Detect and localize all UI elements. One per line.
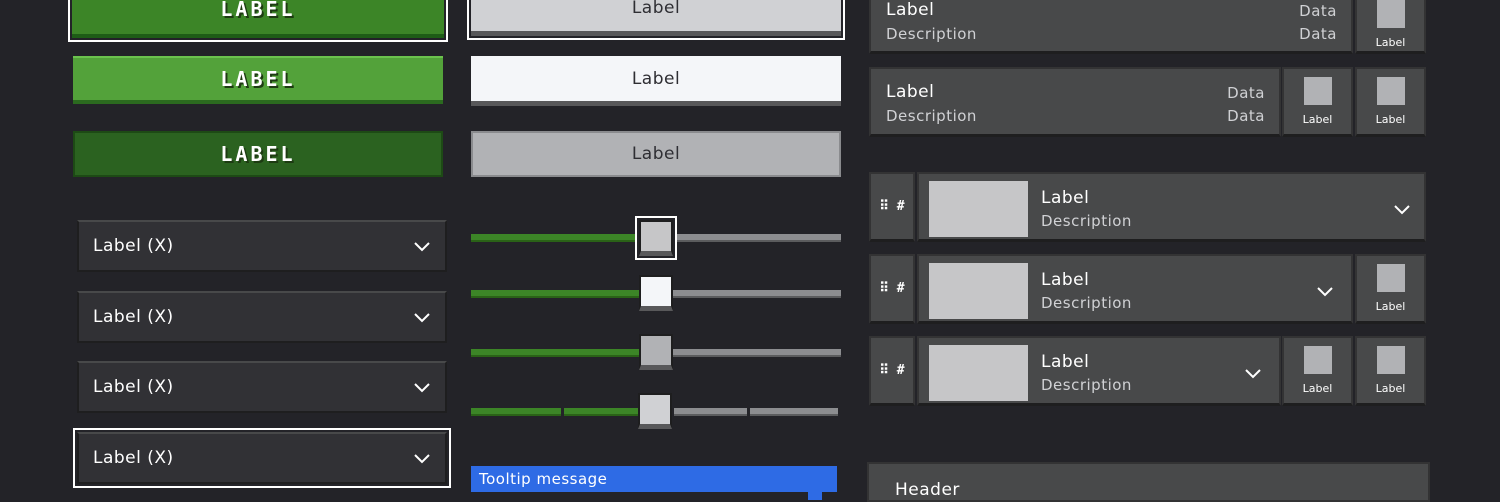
- thumbnail-image: [929, 263, 1028, 319]
- row-data: Data: [1299, 25, 1337, 43]
- slider-focus-ring: [635, 216, 677, 260]
- list-row[interactable]: Label Description Data Data: [869, 67, 1281, 137]
- primary-button-hover[interactable]: LABEL: [68, 0, 448, 42]
- dropdown-label: Label (X): [93, 377, 174, 397]
- dropdown-label: Label (X): [93, 307, 174, 327]
- list-row[interactable]: Label Description Data Data: [869, 0, 1353, 54]
- slider-track-step-4: [750, 408, 838, 416]
- icon-label: Label: [1302, 382, 1333, 395]
- drag-handle[interactable]: ⠿ #: [869, 254, 915, 324]
- dropdown-label: Label (X): [93, 448, 174, 468]
- thumbnail-image: [929, 345, 1028, 401]
- row-description: Description: [886, 25, 977, 43]
- slider-thumb[interactable]: [639, 220, 673, 256]
- slider-track-step-3: [674, 408, 747, 416]
- slider-3[interactable]: [471, 334, 841, 370]
- placeholder-icon: [1303, 346, 1332, 374]
- slider-4-stepped[interactable]: [471, 393, 841, 429]
- placeholder-icon: [1376, 264, 1405, 292]
- primary-button-label: LABEL: [220, 0, 296, 21]
- dropdown-1[interactable]: Label (X): [77, 220, 447, 272]
- primary-button[interactable]: LABEL: [73, 56, 443, 104]
- panel-header-title: Header: [895, 480, 960, 500]
- row-data: Data: [1299, 2, 1337, 20]
- row-description: Description: [886, 107, 977, 125]
- chevron-down-icon[interactable]: [1244, 364, 1262, 382]
- slider-track-step-1: [471, 408, 561, 416]
- row-icon-button[interactable]: Label: [1355, 0, 1426, 54]
- icon-label: Label: [1375, 300, 1406, 313]
- tooltip: Tooltip message: [471, 466, 837, 492]
- row-description: Description: [1041, 294, 1132, 312]
- drag-handle-icon: ⠿ #: [879, 363, 905, 378]
- row-icon-button[interactable]: Label: [1355, 336, 1426, 406]
- row-title: Label: [1041, 188, 1090, 208]
- dropdown-4-focused[interactable]: Label (X): [73, 428, 451, 488]
- slider-track-step-2: [564, 408, 638, 416]
- tooltip-arrow: [808, 490, 822, 500]
- placeholder-icon: [1376, 77, 1405, 105]
- slider-track-filled: [471, 234, 637, 242]
- chevron-down-icon: [414, 313, 430, 323]
- row-icon-button[interactable]: Label: [1282, 67, 1353, 137]
- row-description: Description: [1041, 376, 1132, 394]
- panel-header: Header: [867, 462, 1430, 502]
- drag-handle[interactable]: ⠿ #: [869, 336, 915, 406]
- chevron-down-icon[interactable]: [1393, 200, 1411, 218]
- slider-2[interactable]: [471, 275, 841, 311]
- media-row[interactable]: Label Description: [917, 172, 1426, 242]
- row-data: Data: [1227, 84, 1265, 102]
- drag-handle-icon: ⠿ #: [879, 281, 905, 296]
- slider-track-empty: [673, 349, 841, 357]
- drag-handle-icon: ⠿ #: [879, 199, 905, 214]
- icon-label: Label: [1302, 113, 1333, 126]
- row-title: Label: [886, 0, 935, 20]
- row-data: Data: [1227, 107, 1265, 125]
- row-description: Description: [1041, 212, 1132, 230]
- icon-label: Label: [1375, 113, 1406, 126]
- secondary-button-label: Label: [631, 0, 681, 18]
- secondary-button-label: Label: [631, 144, 681, 164]
- chevron-down-icon: [414, 383, 430, 393]
- slider-track-empty: [675, 234, 841, 242]
- placeholder-icon: [1376, 0, 1405, 28]
- dropdown-label: Label (X): [93, 236, 174, 256]
- secondary-button-hover[interactable]: Label: [467, 0, 845, 40]
- media-row[interactable]: Label Description: [917, 254, 1353, 324]
- icon-label: Label: [1375, 36, 1406, 49]
- row-title: Label: [1041, 352, 1090, 372]
- row-icon-button[interactable]: Label: [1355, 67, 1426, 137]
- tooltip-message: Tooltip message: [479, 470, 608, 488]
- slider-track-empty: [673, 290, 841, 298]
- slider-track-filled: [471, 349, 639, 357]
- slider-1-focused[interactable]: [471, 216, 841, 260]
- thumbnail-image: [929, 181, 1028, 237]
- placeholder-icon: [1303, 77, 1332, 105]
- slider-thumb[interactable]: [639, 275, 673, 311]
- secondary-button-pressed[interactable]: Label: [471, 131, 841, 177]
- secondary-button[interactable]: Label: [471, 56, 841, 106]
- chevron-down-icon: [414, 242, 430, 252]
- primary-button-pressed[interactable]: LABEL: [73, 131, 443, 177]
- chevron-down-icon: [414, 454, 430, 464]
- slider-track-filled: [471, 290, 639, 298]
- row-icon-button[interactable]: Label: [1282, 336, 1353, 406]
- drag-handle[interactable]: ⠿ #: [869, 172, 915, 242]
- primary-button-label: LABEL: [220, 142, 296, 166]
- secondary-button-label: Label: [631, 68, 681, 89]
- row-title: Label: [886, 82, 935, 102]
- icon-label: Label: [1375, 382, 1406, 395]
- placeholder-icon: [1376, 346, 1405, 374]
- primary-button-label: LABEL: [220, 67, 296, 91]
- dropdown-3[interactable]: Label (X): [77, 361, 447, 413]
- row-icon-button[interactable]: Label: [1355, 254, 1426, 324]
- slider-thumb[interactable]: [638, 393, 672, 429]
- slider-thumb[interactable]: [639, 334, 673, 370]
- dropdown-2[interactable]: Label (X): [77, 291, 447, 343]
- row-title: Label: [1041, 270, 1090, 290]
- chevron-down-icon[interactable]: [1316, 282, 1334, 300]
- media-row[interactable]: Label Description: [917, 336, 1281, 406]
